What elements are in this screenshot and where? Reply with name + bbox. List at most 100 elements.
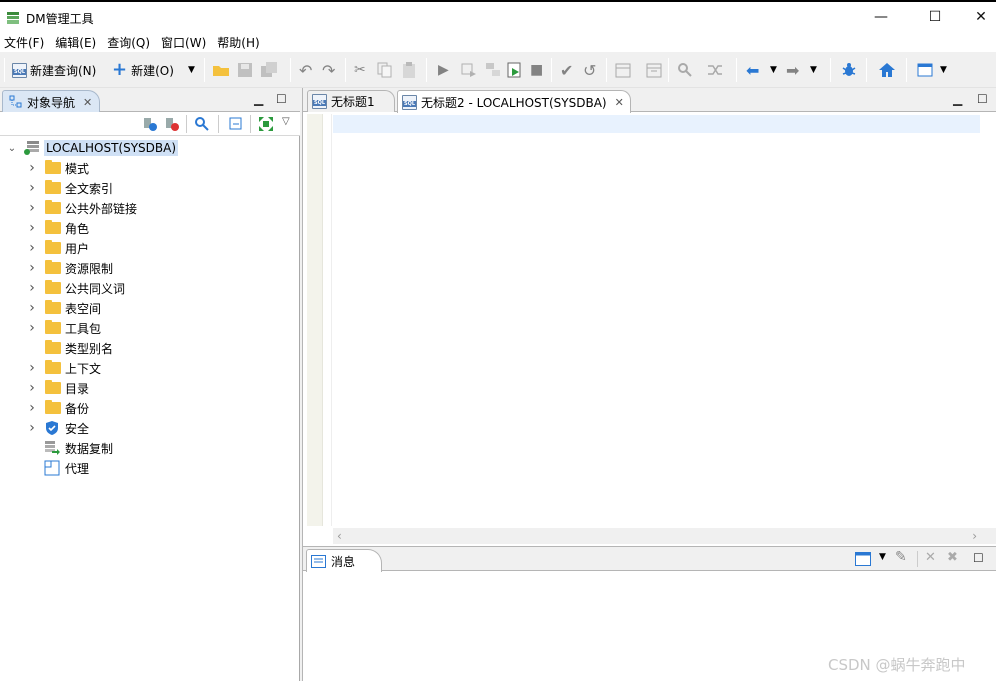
chevron-right-icon[interactable]: › (26, 200, 38, 216)
save-icon[interactable] (236, 61, 254, 79)
tree-item[interactable]: 代理 (0, 458, 296, 478)
tree-item[interactable]: › 公共外部链接 (0, 198, 296, 218)
display-options-icon[interactable] (855, 552, 871, 566)
tree-item[interactable]: › 备份 (0, 398, 296, 418)
forward-dropdown-icon[interactable]: ▼ (810, 60, 817, 80)
disconnect-icon[interactable] (164, 116, 180, 132)
display-dropdown-icon[interactable]: ▼ (879, 552, 886, 562)
tree-item[interactable]: › 目录 (0, 378, 296, 398)
back-arrow-icon[interactable]: ⬅ (746, 60, 759, 80)
chevron-right-icon[interactable]: › (26, 220, 38, 236)
tree-item[interactable]: › 公共同义词 (0, 278, 296, 298)
horizontal-scrollbar[interactable]: ‹ › (333, 528, 996, 544)
forward-arrow-icon[interactable]: ➡ (786, 60, 799, 80)
undo-icon[interactable]: ↶ (299, 60, 312, 80)
window-layout-icon[interactable] (916, 61, 934, 79)
folder-icon (45, 180, 61, 194)
tree-item[interactable]: › 资源限制 (0, 258, 296, 278)
home-icon[interactable] (878, 61, 896, 79)
clear-messages-icon[interactable]: ✎ (895, 549, 907, 565)
execute-icon[interactable]: ▶ (438, 60, 449, 80)
messages-scrollbar[interactable] (980, 572, 996, 681)
menu-window[interactable]: 窗口(W) (157, 34, 213, 51)
rollback-icon[interactable]: ↺ (583, 60, 596, 80)
new-button[interactable]: + 新建(O) (112, 60, 174, 80)
remove-all-icon[interactable]: ✖ (947, 550, 958, 565)
save-all-icon[interactable] (260, 61, 278, 79)
chevron-right-icon[interactable]: › (26, 400, 38, 416)
tab-object-navigator[interactable]: 对象导航 ✕ (2, 90, 100, 113)
tree-item[interactable]: › 安全 (0, 418, 296, 438)
connect-icon[interactable] (142, 116, 158, 132)
chevron-right-icon[interactable]: › (26, 280, 38, 296)
current-line-highlight[interactable] (333, 115, 981, 133)
minimize-view-icon[interactable]: ▁ (254, 92, 263, 106)
tab-untitled-1[interactable]: 无标题1 (307, 90, 395, 112)
schedule-icon[interactable] (645, 61, 663, 79)
close-tab-icon[interactable]: ✕ (83, 96, 92, 109)
chevron-right-icon[interactable]: › (26, 360, 38, 376)
remove-icon[interactable]: ✕ (925, 550, 936, 565)
tree-item[interactable]: 数据复制 (0, 438, 296, 458)
find-icon[interactable] (676, 61, 694, 79)
debug-bug-icon[interactable] (840, 61, 858, 79)
shuffle-icon[interactable] (706, 61, 724, 79)
search-icon[interactable] (194, 116, 210, 132)
new-dropdown-icon[interactable]: ▼ (188, 60, 195, 80)
maximize-view-icon[interactable]: ☐ (276, 92, 287, 106)
chevron-right-icon[interactable]: › (26, 320, 38, 336)
expand-all-icon[interactable] (258, 116, 274, 132)
chevron-right-icon[interactable]: › (26, 160, 38, 176)
back-dropdown-icon[interactable]: ▼ (770, 60, 777, 80)
cut-icon[interactable]: ✂ (354, 60, 366, 80)
menu-file[interactable]: 文件(F) (0, 34, 51, 51)
chevron-down-icon[interactable]: ⌄ (6, 142, 18, 154)
execute-step-icon[interactable] (460, 61, 478, 79)
run-script-icon[interactable] (506, 61, 524, 79)
maximize-view-icon[interactable]: ☐ (977, 92, 988, 106)
chevron-right-icon[interactable]: › (26, 380, 38, 396)
folder-icon (45, 160, 61, 174)
paste-icon[interactable] (400, 61, 418, 79)
menu-query[interactable]: 查询(Q) (103, 34, 157, 51)
chevron-right-icon[interactable]: › (26, 240, 38, 256)
commit-icon[interactable]: ✔ (560, 60, 573, 80)
chevron-right-icon[interactable]: › (26, 420, 38, 436)
stop-icon[interactable]: ■ (530, 60, 543, 80)
scroll-left-icon[interactable]: ‹ (337, 529, 342, 543)
tree-item[interactable]: 类型别名 (0, 338, 296, 358)
tab-untitled-2[interactable]: 无标题2 - LOCALHOST(SYSDBA) ✕ (397, 90, 631, 113)
tree-item[interactable]: › 工具包 (0, 318, 296, 338)
chevron-right-icon[interactable]: › (26, 260, 38, 276)
tab-messages[interactable]: 消息 (306, 549, 382, 572)
maximize-view-icon[interactable]: ☐ (973, 551, 984, 565)
layout-dropdown-icon[interactable]: ▼ (940, 60, 947, 80)
tree-root[interactable]: ⌄ LOCALHOST(SYSDBA) (0, 138, 296, 158)
view-menu-icon[interactable]: ▽ (282, 116, 290, 127)
menu-edit[interactable]: 编辑(E) (51, 34, 103, 51)
tree-item[interactable]: › 角色 (0, 218, 296, 238)
app-icon (7, 12, 19, 24)
maximize-button[interactable]: ☐ (912, 2, 958, 32)
tree-item[interactable]: › 表空间 (0, 298, 296, 318)
copy-icon[interactable] (376, 61, 394, 79)
tree-item[interactable]: › 上下文 (0, 358, 296, 378)
close-tab-icon[interactable]: ✕ (615, 96, 624, 109)
new-query-button[interactable]: 新建查询(N) (12, 60, 96, 80)
open-folder-icon[interactable] (212, 61, 230, 79)
tree-item[interactable]: › 用户 (0, 238, 296, 258)
menu-help[interactable]: 帮助(H) (213, 34, 266, 51)
chevron-right-icon[interactable]: › (26, 180, 38, 196)
tree-item[interactable]: › 全文索引 (0, 178, 296, 198)
minimize-view-icon[interactable]: ▁ (953, 92, 962, 106)
chevron-right-icon[interactable]: › (26, 300, 38, 316)
vertical-scrollbar[interactable] (980, 114, 996, 526)
explain-icon[interactable] (484, 61, 502, 79)
collapse-all-icon[interactable] (228, 116, 244, 132)
minimize-button[interactable]: — (858, 2, 904, 32)
redo-icon[interactable]: ↷ (322, 60, 335, 80)
calendar-icon[interactable] (614, 61, 632, 79)
scroll-right-icon[interactable]: › (972, 529, 977, 543)
tree-item[interactable]: › 模式 (0, 158, 296, 178)
close-button[interactable]: ✕ (958, 2, 996, 32)
